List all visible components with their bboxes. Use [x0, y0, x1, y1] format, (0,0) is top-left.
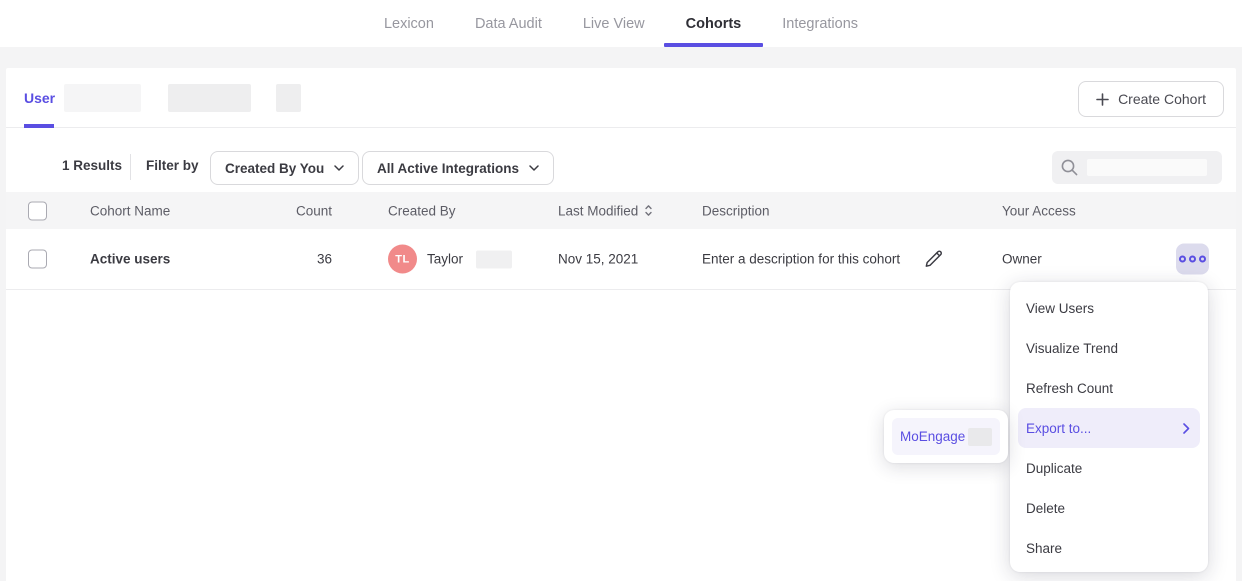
table-row: Active users 36 TL Taylor Nov 15, 2021 E… [6, 229, 1236, 290]
export-submenu: MoEngage [884, 410, 1008, 463]
active-tab-underline [664, 43, 764, 47]
chevron-down-icon [529, 165, 539, 171]
menu-item-label: Delete [1026, 501, 1065, 516]
cohort-type-tabs: User Create Cohort [6, 68, 1236, 128]
nav-tab-cohorts[interactable]: Cohorts [686, 0, 742, 47]
create-cohort-button[interactable]: Create Cohort [1078, 81, 1224, 117]
divider [130, 154, 131, 180]
description-placeholder[interactable]: Enter a description for this cohort [702, 252, 900, 267]
edit-description-button[interactable] [922, 248, 945, 271]
pencil-icon [922, 248, 945, 271]
tab-user[interactable]: User [24, 68, 55, 128]
menu-item-label: Share [1026, 541, 1062, 556]
created-by-dropdown-value: Created By You [225, 161, 324, 176]
nav-tab-data-audit[interactable]: Data Audit [475, 0, 542, 47]
filter-bar: 1 Results Filter by Created By You All A… [6, 144, 1236, 192]
cohort-name[interactable]: Active users [90, 252, 170, 267]
create-cohort-label: Create Cohort [1118, 91, 1206, 107]
cohort-count: 36 [288, 252, 332, 267]
menu-item-label: Visualize Trend [1026, 341, 1118, 356]
results-count: 1 Results [62, 158, 122, 173]
sort-icon [644, 204, 653, 218]
creator-cell: TL Taylor [388, 245, 512, 274]
column-header-created-by: Created By [388, 203, 456, 218]
ellipsis-icon [1179, 256, 1206, 263]
redacted-text [968, 428, 992, 446]
created-by-dropdown[interactable]: Created By You [210, 151, 359, 185]
menu-item-label: View Users [1026, 301, 1094, 316]
menu-item-duplicate[interactable]: Duplicate [1018, 448, 1200, 488]
menu-item-visualize-trend[interactable]: Visualize Trend [1018, 328, 1200, 368]
avatar: TL [388, 245, 417, 274]
nav-tab-label: Data Audit [475, 16, 542, 32]
row-checkbox[interactable] [28, 250, 47, 269]
nav-tab-label: Cohorts [686, 16, 742, 32]
redacted-search-text [1087, 159, 1207, 176]
menu-item-label: Export to... [1026, 421, 1091, 436]
search-icon [1060, 158, 1079, 177]
redacted-tab-placeholder [168, 84, 251, 112]
plus-icon [1096, 93, 1109, 106]
submenu-item-moengage[interactable]: MoEngage [892, 418, 1000, 455]
menu-item-label: Refresh Count [1026, 381, 1113, 396]
creator-name: Taylor [427, 252, 463, 267]
redacted-tab-placeholder [276, 84, 301, 112]
menu-item-share[interactable]: Share [1018, 528, 1200, 568]
nav-tab-label: Live View [583, 16, 645, 32]
column-header-description: Description [702, 203, 770, 218]
menu-item-label: Duplicate [1026, 461, 1082, 476]
menu-item-view-users[interactable]: View Users [1018, 288, 1200, 328]
redacted-text [476, 250, 512, 268]
column-header-cohort-name: Cohort Name [90, 203, 170, 218]
column-header-label: Last Modified [558, 203, 638, 218]
context-menu: View Users Visualize Trend Refresh Count… [1010, 282, 1208, 572]
chevron-right-icon [1183, 423, 1190, 434]
chevron-down-icon [334, 165, 344, 171]
redacted-tab-placeholder [64, 84, 141, 112]
filter-by-label: Filter by [146, 158, 199, 173]
nav-tab-live-view[interactable]: Live View [583, 0, 645, 47]
nav-tab-integrations[interactable]: Integrations [782, 0, 858, 47]
column-header-count: Count [288, 203, 332, 218]
nav-tab-label: Lexicon [384, 16, 434, 32]
access-value: Owner [1002, 252, 1042, 267]
row-actions-button[interactable] [1176, 244, 1209, 275]
integrations-dropdown-value: All Active Integrations [377, 161, 519, 176]
search-input[interactable] [1052, 151, 1222, 184]
menu-item-export-to[interactable]: Export to... [1018, 408, 1200, 448]
table-header: Cohort Name Count Created By Last Modifi… [6, 192, 1236, 229]
nav-tab-label: Integrations [782, 16, 858, 32]
user-tab-underline [24, 124, 54, 128]
column-header-your-access: Your Access [1002, 203, 1076, 218]
last-modified: Nov 15, 2021 [558, 252, 638, 267]
select-all-checkbox[interactable] [28, 201, 47, 220]
menu-item-refresh-count[interactable]: Refresh Count [1018, 368, 1200, 408]
submenu-item-label: MoEngage [900, 429, 965, 444]
nav-tab-lexicon[interactable]: Lexicon [384, 0, 434, 47]
top-nav: Lexicon Data Audit Live View Cohorts Int… [0, 0, 1242, 47]
column-header-last-modified[interactable]: Last Modified [558, 203, 653, 218]
active-integrations-dropdown[interactable]: All Active Integrations [362, 151, 554, 185]
menu-item-delete[interactable]: Delete [1018, 488, 1200, 528]
